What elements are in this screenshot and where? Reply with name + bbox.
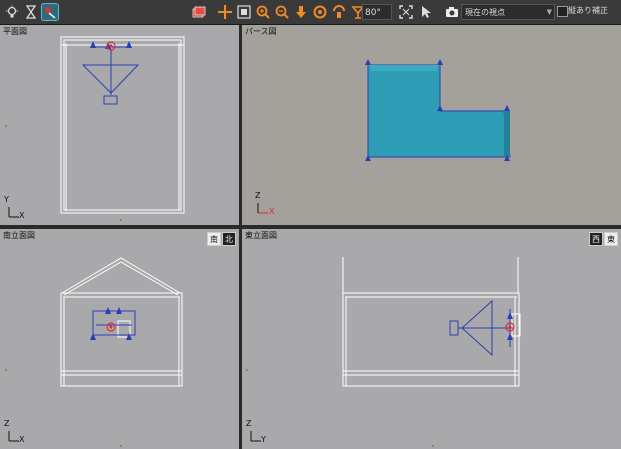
viewport-label: 南立面図 — [3, 231, 35, 240]
axis-label-y: Y — [261, 435, 266, 444]
south-elevation-viewport[interactable]: 南立面図 南 北 Z X — [0, 229, 239, 449]
viewport-label: 平面図 — [3, 27, 27, 36]
tilt-icon[interactable] — [330, 3, 348, 21]
zoom-in-icon[interactable] — [254, 3, 272, 21]
direction-north-button[interactable]: 北 — [222, 232, 236, 246]
direction-toggle: 南 北 — [207, 232, 236, 246]
correction-checkbox-label: 縦あり補正 — [568, 6, 608, 15]
axis-label-y: Y — [4, 195, 9, 204]
view-select-value: 現在の視点 — [465, 8, 505, 17]
walkthrough-icon[interactable] — [41, 3, 59, 21]
east-elevation-drawing — [246, 257, 521, 447]
move-icon[interactable] — [216, 3, 234, 21]
camera-icon[interactable] — [445, 4, 459, 18]
perspective-viewport[interactable]: パース図 Z X — [242, 25, 621, 225]
rotate-icon[interactable] — [311, 3, 329, 21]
south-elevation-drawing — [5, 257, 183, 447]
axis-label-z: Z — [246, 419, 252, 428]
plan-drawing — [5, 36, 185, 221]
light-bulb-icon[interactable] — [3, 3, 21, 21]
fit-icon[interactable] — [397, 3, 415, 21]
viewport-label: 東立面図 — [245, 231, 277, 240]
axis-label-x: X — [19, 211, 25, 220]
correction-checkbox[interactable] — [557, 6, 568, 17]
direction-west-button[interactable]: 西 — [589, 232, 603, 246]
frame-icon[interactable] — [235, 3, 253, 21]
arrow-down-icon[interactable] — [292, 3, 310, 21]
angle-value-field[interactable]: 80° — [362, 4, 392, 20]
pointer-icon[interactable] — [417, 3, 435, 21]
hourglass-icon[interactable] — [22, 3, 40, 21]
toolbar: 80° 現在の視点 ▼ 縦あり補正 — [0, 0, 621, 25]
zoom-out-icon[interactable] — [273, 3, 291, 21]
axis-label-x: X — [269, 207, 275, 216]
view-select[interactable]: 現在の視点 ▼ — [461, 4, 555, 20]
east-elevation-viewport[interactable]: 東立面図 西 東 Z Y — [242, 229, 621, 449]
direction-south-button[interactable]: 南 — [207, 232, 221, 246]
axis-label-z: Z — [4, 419, 10, 428]
chevron-down-icon: ▼ — [546, 8, 552, 16]
direction-east-button[interactable]: 東 — [604, 232, 618, 246]
viewport-label: パース図 — [245, 27, 277, 36]
axis-label-z: Z — [255, 191, 261, 200]
plan-viewport[interactable]: 平面図 Y X — [0, 25, 239, 225]
layers-icon[interactable] — [190, 3, 208, 21]
axis-label-x: X — [19, 435, 25, 444]
direction-toggle: 西 東 — [589, 232, 618, 246]
perspective-drawing — [257, 59, 511, 214]
